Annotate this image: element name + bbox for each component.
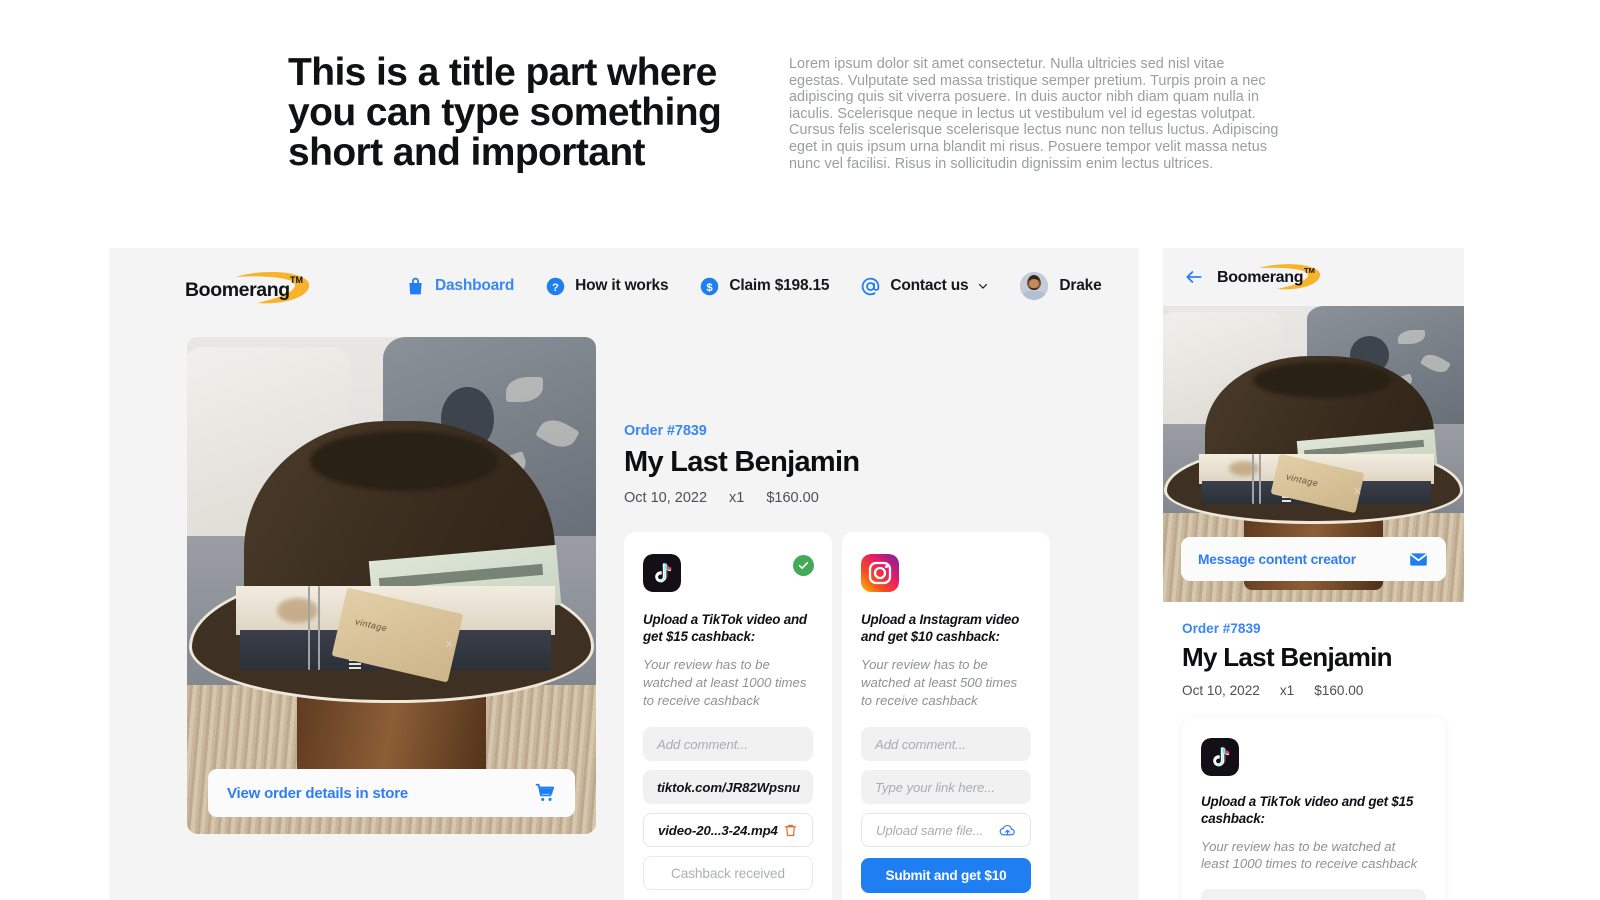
desktop-navbar: Boomerang TM Dashboard ? How it works $ … bbox=[109, 248, 1139, 327]
order-title: My Last Benjamin bbox=[624, 446, 860, 478]
cloud-upload-icon[interactable] bbox=[999, 822, 1016, 839]
view-order-in-store-button[interactable]: View order details in store bbox=[208, 769, 575, 817]
mobile-order-number: Order #7839 bbox=[1182, 621, 1261, 636]
product-image-card: vintage ✕ View order details in store bbox=[187, 337, 596, 834]
order-quantity: x1 bbox=[729, 490, 745, 506]
question-circle-icon: ? bbox=[546, 277, 565, 295]
tiktok-comment-input[interactable]: Add comment... bbox=[643, 727, 813, 761]
at-sign-icon bbox=[862, 277, 880, 295]
brand-trademark: TM bbox=[290, 275, 303, 285]
mobile-brand-logo[interactable]: Boomerang TM bbox=[1217, 263, 1325, 291]
order-info: Order #7839 My Last Benjamin Oct 10, 202… bbox=[624, 423, 1054, 506]
page-title: This is a title part where you can type … bbox=[288, 51, 722, 174]
order-meta: Oct 10, 2022 x1 $160.00 bbox=[624, 490, 1054, 506]
instagram-link-placeholder: Type your link here... bbox=[875, 779, 995, 795]
message-content-creator-label: Message content creator bbox=[1198, 551, 1356, 567]
instagram-file-placeholder: Upload same file... bbox=[876, 822, 984, 838]
order-number: Order #7839 bbox=[624, 423, 707, 439]
nav-links: Dashboard ? How it works $ Claim $198.15 bbox=[405, 272, 1102, 300]
tiktok-status-label: Cashback received bbox=[671, 865, 785, 881]
mobile-brand-logo-text: Boomerang bbox=[1217, 269, 1304, 286]
mobile-order-meta: Oct 10, 2022 x1 $160.00 bbox=[1182, 683, 1445, 698]
tiktok-card-subtext: Your review has to be watched at least 1… bbox=[643, 657, 807, 708]
desktop-mockup-panel: Boomerang TM Dashboard ? How it works $ … bbox=[109, 248, 1139, 900]
chevron-down-icon bbox=[979, 283, 988, 289]
order-price: $160.00 bbox=[766, 490, 819, 506]
mobile-order-date: Oct 10, 2022 bbox=[1182, 683, 1260, 698]
mobile-navbar: Boomerang TM bbox=[1163, 248, 1464, 306]
tiktok-file-value: video-20...3-24.mp4 bbox=[658, 822, 778, 838]
view-order-in-store-label: View order details in store bbox=[227, 784, 409, 802]
nav-item-how-it-works[interactable]: ? How it works bbox=[545, 276, 669, 297]
arrow-left-icon[interactable] bbox=[1184, 267, 1204, 287]
mobile-mockup-panel: Boomerang TM vintage ✕ Message content c… bbox=[1163, 248, 1464, 900]
brand-logo[interactable]: Boomerang TM bbox=[185, 271, 315, 305]
mobile-product-photo: vintage ✕ Message content creator bbox=[1163, 306, 1464, 602]
check-circle-icon bbox=[793, 555, 814, 576]
nav-item-user[interactable]: Drake bbox=[1020, 272, 1102, 300]
mobile-order-quantity: x1 bbox=[1279, 683, 1295, 698]
tiktok-icon bbox=[1201, 738, 1239, 776]
hero-paragraph: Lorem ipsum dolor sit amet consectetur. … bbox=[789, 56, 1279, 172]
svg-text:$: $ bbox=[707, 281, 714, 293]
mobile-tiktok-comment-input[interactable] bbox=[1201, 889, 1426, 900]
nav-label-user: Drake bbox=[1059, 277, 1102, 294]
mobile-order-title: My Last Benjamin bbox=[1182, 642, 1393, 672]
social-upload-cards: Upload a TikTok video and get $15 cashba… bbox=[624, 532, 1050, 900]
order-date: Oct 10, 2022 bbox=[624, 490, 708, 506]
instagram-card-heading: Upload a Instagram video and get $10 cas… bbox=[861, 612, 1020, 644]
mobile-tiktok-card-subtext: Your review has to be watched at least 1… bbox=[1201, 839, 1418, 871]
tiktok-file-row[interactable]: video-20...3-24.mp4 bbox=[643, 813, 813, 847]
instagram-comment-input[interactable]: Add comment... bbox=[861, 727, 1031, 761]
mobile-order-price: $160.00 bbox=[1314, 683, 1364, 698]
instagram-comment-placeholder: Add comment... bbox=[875, 736, 966, 752]
message-content-creator-button[interactable]: Message content creator bbox=[1181, 537, 1446, 581]
mobile-tiktok-card-heading: Upload a TikTok video and get $15 cashba… bbox=[1201, 794, 1414, 826]
tiktok-comment-placeholder: Add comment... bbox=[657, 736, 748, 752]
instagram-card-subtext: Your review has to be watched at least 5… bbox=[861, 657, 1018, 708]
product-photo: vintage ✕ bbox=[187, 337, 596, 834]
instagram-link-input[interactable]: Type your link here... bbox=[861, 770, 1031, 804]
nav-item-dashboard[interactable]: Dashboard bbox=[405, 276, 514, 297]
mobile-tiktok-upload-card: Upload a TikTok video and get $15 cashba… bbox=[1182, 717, 1445, 900]
shopping-bag-icon bbox=[409, 277, 422, 294]
nav-label-dashboard: Dashboard bbox=[435, 277, 515, 294]
envelope-icon bbox=[1410, 552, 1427, 566]
instagram-upload-card: Upload a Instagram video and get $10 cas… bbox=[842, 532, 1050, 900]
nav-label-claim: Claim $198.15 bbox=[729, 277, 830, 294]
dollar-circle-icon: $ bbox=[701, 277, 719, 295]
brand-logo-text: Boomerang bbox=[185, 279, 290, 301]
nav-item-contact-us[interactable]: Contact us bbox=[860, 276, 989, 297]
tiktok-link-input[interactable]: tiktok.com/JR82Wpsnu bbox=[643, 770, 813, 804]
mobile-brand-trademark: TM bbox=[1304, 266, 1315, 275]
instagram-file-upload[interactable]: Upload same file... bbox=[861, 813, 1031, 847]
instagram-icon bbox=[861, 554, 899, 592]
nav-label-contact-us: Contact us bbox=[890, 277, 969, 294]
tiktok-card-heading: Upload a TikTok video and get $15 cashba… bbox=[643, 612, 807, 644]
nav-item-claim[interactable]: $ Claim $198.15 bbox=[699, 276, 830, 297]
tiktok-status-badge: Cashback received bbox=[643, 856, 813, 890]
tiktok-link-value: tiktok.com/JR82Wpsnu bbox=[657, 779, 801, 795]
avatar bbox=[1020, 272, 1049, 300]
mobile-order-info: Order #7839 My Last Benjamin Oct 10, 202… bbox=[1163, 602, 1464, 698]
trash-icon[interactable] bbox=[783, 823, 798, 838]
nav-label-how-it-works: How it works bbox=[575, 277, 669, 294]
svg-text:?: ? bbox=[552, 281, 559, 293]
shopping-cart-icon bbox=[535, 783, 555, 801]
hero-section: This is a title part where you can type … bbox=[0, 0, 1600, 248]
tiktok-icon bbox=[643, 554, 681, 592]
instagram-submit-button[interactable]: Submit and get $10 bbox=[861, 858, 1031, 893]
tiktok-upload-card: Upload a TikTok video and get $15 cashba… bbox=[624, 532, 832, 900]
